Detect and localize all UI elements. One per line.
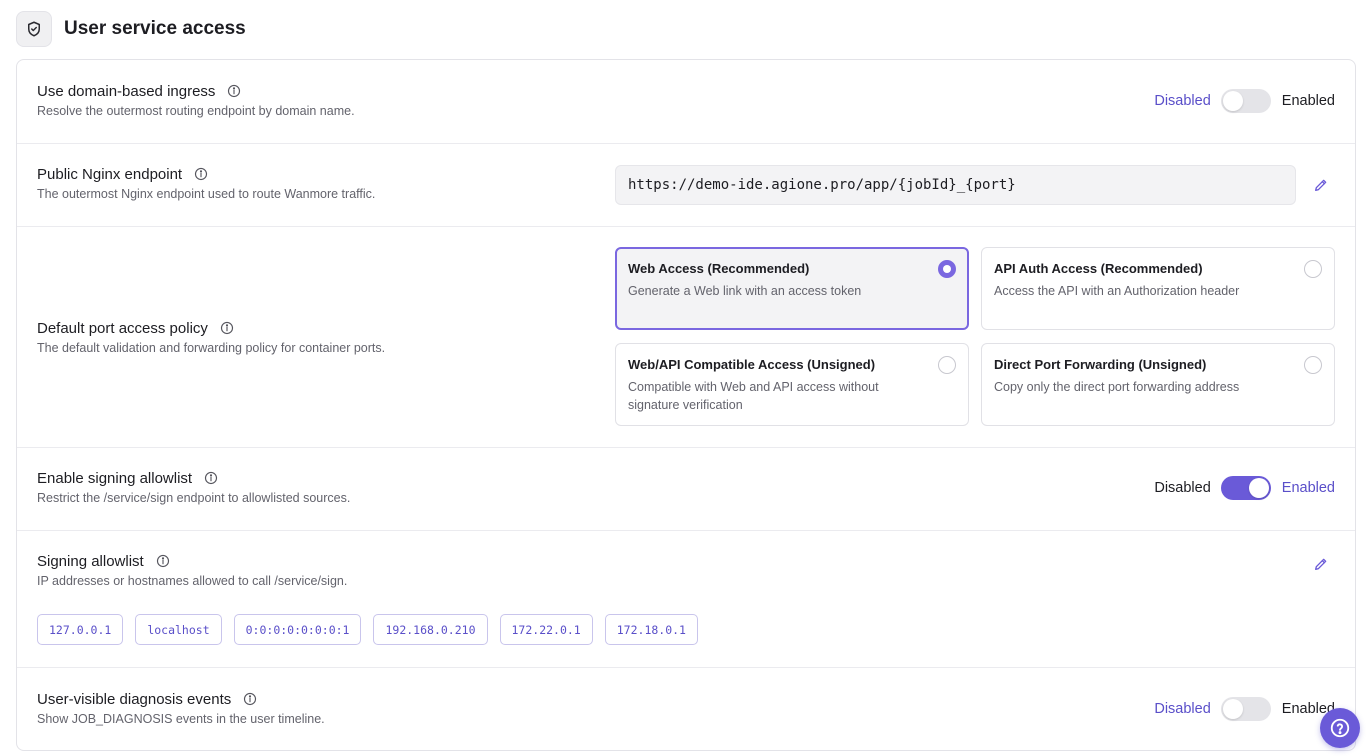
- diagnosis-toggle[interactable]: [1220, 697, 1271, 721]
- port-policy-label-block: Default port access policy The default v…: [37, 318, 386, 356]
- option-desc: Access the API with an Authorization hea…: [994, 284, 1240, 298]
- option-web-access[interactable]: Web Access (Recommended) Generate a Web …: [615, 247, 969, 330]
- allowlist-chip[interactable]: 192.168.0.210: [373, 614, 488, 645]
- port-policy-desc: The default validation and forwarding po…: [37, 341, 386, 355]
- edit-endpoint-button[interactable]: [1312, 176, 1330, 194]
- domain-ingress-row: Use domain-based ingress Resolve the out…: [17, 60, 1355, 144]
- settings-card: Use domain-based ingress Resolve the out…: [16, 59, 1356, 751]
- option-title: Direct Port Forwarding (Unsigned): [994, 357, 1207, 372]
- option-title: Web/API Compatible Access (Unsigned): [628, 357, 876, 372]
- diagnosis-desc: Show JOB_DIAGNOSIS events in the user ti…: [37, 712, 325, 726]
- nginx-label-block: Public Nginx endpoint The outermost Ngin…: [37, 164, 376, 202]
- domain-ingress-toggle[interactable]: [1220, 89, 1271, 113]
- allowlist-chip[interactable]: 172.18.0.1: [604, 614, 698, 645]
- info-icon[interactable]: [204, 471, 218, 485]
- radio-button[interactable]: [1304, 356, 1322, 374]
- nginx-endpoint-row: Public Nginx endpoint The outermost Ngin…: [17, 144, 1355, 227]
- signing-toggle-label-block: Enable signing allowlist Restrict the /s…: [37, 468, 351, 506]
- nginx-endpoint-field[interactable]: https://demo-ide.agione.pro/app/{jobId}_…: [615, 165, 1296, 205]
- port-policy-title: Default port access policy: [37, 319, 208, 337]
- pencil-icon: [1315, 558, 1327, 570]
- signing-allowlist-label-block: Signing allowlist IP addresses or hostna…: [37, 551, 348, 589]
- diagnosis-events-row: User-visible diagnosis events Show JOB_D…: [17, 668, 1355, 750]
- page-header: User service access: [16, 10, 246, 47]
- domain-ingress-toggle-group: Disabled Enabled: [1154, 89, 1335, 113]
- option-desc: Compatible with Web and API access witho…: [628, 380, 879, 412]
- info-icon[interactable]: [194, 167, 208, 181]
- signing-allowlist-toggle-row: Enable signing allowlist Restrict the /s…: [17, 448, 1355, 531]
- info-icon[interactable]: [156, 554, 170, 568]
- question-icon: [1330, 718, 1350, 738]
- signing-toggle-desc: Restrict the /service/sign endpoint to a…: [37, 491, 351, 505]
- page-title: User service access: [64, 17, 246, 39]
- allowlist-chips: 127.0.0.1 localhost 0:0:0:0:0:0:0:1 192.…: [37, 614, 710, 645]
- port-policy-row: Default port access policy The default v…: [17, 227, 1355, 448]
- disabled-label[interactable]: Disabled: [1154, 701, 1210, 717]
- domain-ingress-label-block: Use domain-based ingress Resolve the out…: [37, 81, 355, 119]
- option-title: Web Access (Recommended): [628, 261, 810, 276]
- domain-ingress-desc: Resolve the outermost routing endpoint b…: [37, 104, 355, 118]
- toggle-knob: [1248, 478, 1269, 498]
- disabled-label[interactable]: Disabled: [1154, 480, 1210, 496]
- pencil-icon: [1315, 179, 1327, 191]
- option-desc: Copy only the direct port forwarding add…: [994, 380, 1240, 394]
- allowlist-chip[interactable]: 0:0:0:0:0:0:0:1: [233, 614, 362, 645]
- shield-check-icon: [16, 10, 52, 47]
- signing-allowlist-toggle-group: Disabled Enabled: [1154, 476, 1335, 500]
- option-desc: Generate a Web link with an access token: [628, 284, 862, 298]
- help-button[interactable]: [1320, 708, 1360, 748]
- option-direct-port-forwarding[interactable]: Direct Port Forwarding (Unsigned) Copy o…: [981, 343, 1335, 426]
- info-icon[interactable]: [220, 321, 234, 335]
- info-icon[interactable]: [243, 692, 257, 706]
- signing-allowlist-row: Signing allowlist IP addresses or hostna…: [17, 531, 1355, 668]
- domain-ingress-title: Use domain-based ingress: [37, 82, 216, 100]
- toggle-knob: [1222, 91, 1243, 111]
- enabled-label[interactable]: Enabled: [1282, 93, 1335, 109]
- allowlist-chip[interactable]: 127.0.0.1: [37, 614, 124, 645]
- option-title: API Auth Access (Recommended): [994, 261, 1203, 276]
- radio-button[interactable]: [938, 260, 956, 278]
- allowlist-chip[interactable]: localhost: [135, 614, 222, 645]
- signing-toggle-title: Enable signing allowlist: [37, 469, 193, 487]
- signing-allowlist-title: Signing allowlist: [37, 552, 144, 570]
- signing-allowlist-toggle[interactable]: [1220, 476, 1271, 500]
- option-web-api-compatible[interactable]: Web/API Compatible Access (Unsigned) Com…: [615, 343, 969, 426]
- diagnosis-toggle-group: Disabled Enabled: [1154, 697, 1335, 721]
- nginx-title: Public Nginx endpoint: [37, 165, 183, 183]
- enabled-label[interactable]: Enabled: [1282, 480, 1335, 496]
- toggle-knob: [1222, 699, 1243, 719]
- diagnosis-label-block: User-visible diagnosis events Show JOB_D…: [37, 689, 325, 727]
- edit-allowlist-button[interactable]: [1312, 555, 1330, 573]
- radio-button[interactable]: [938, 356, 956, 374]
- signing-allowlist-desc: IP addresses or hostnames allowed to cal…: [37, 574, 348, 588]
- option-api-auth-access[interactable]: API Auth Access (Recommended) Access the…: [981, 247, 1335, 330]
- nginx-desc: The outermost Nginx endpoint used to rou…: [37, 187, 376, 201]
- disabled-label[interactable]: Disabled: [1154, 93, 1210, 109]
- allowlist-chip[interactable]: 172.22.0.1: [499, 614, 593, 645]
- info-icon[interactable]: [227, 84, 241, 98]
- radio-button[interactable]: [1304, 260, 1322, 278]
- diagnosis-title: User-visible diagnosis events: [37, 690, 232, 708]
